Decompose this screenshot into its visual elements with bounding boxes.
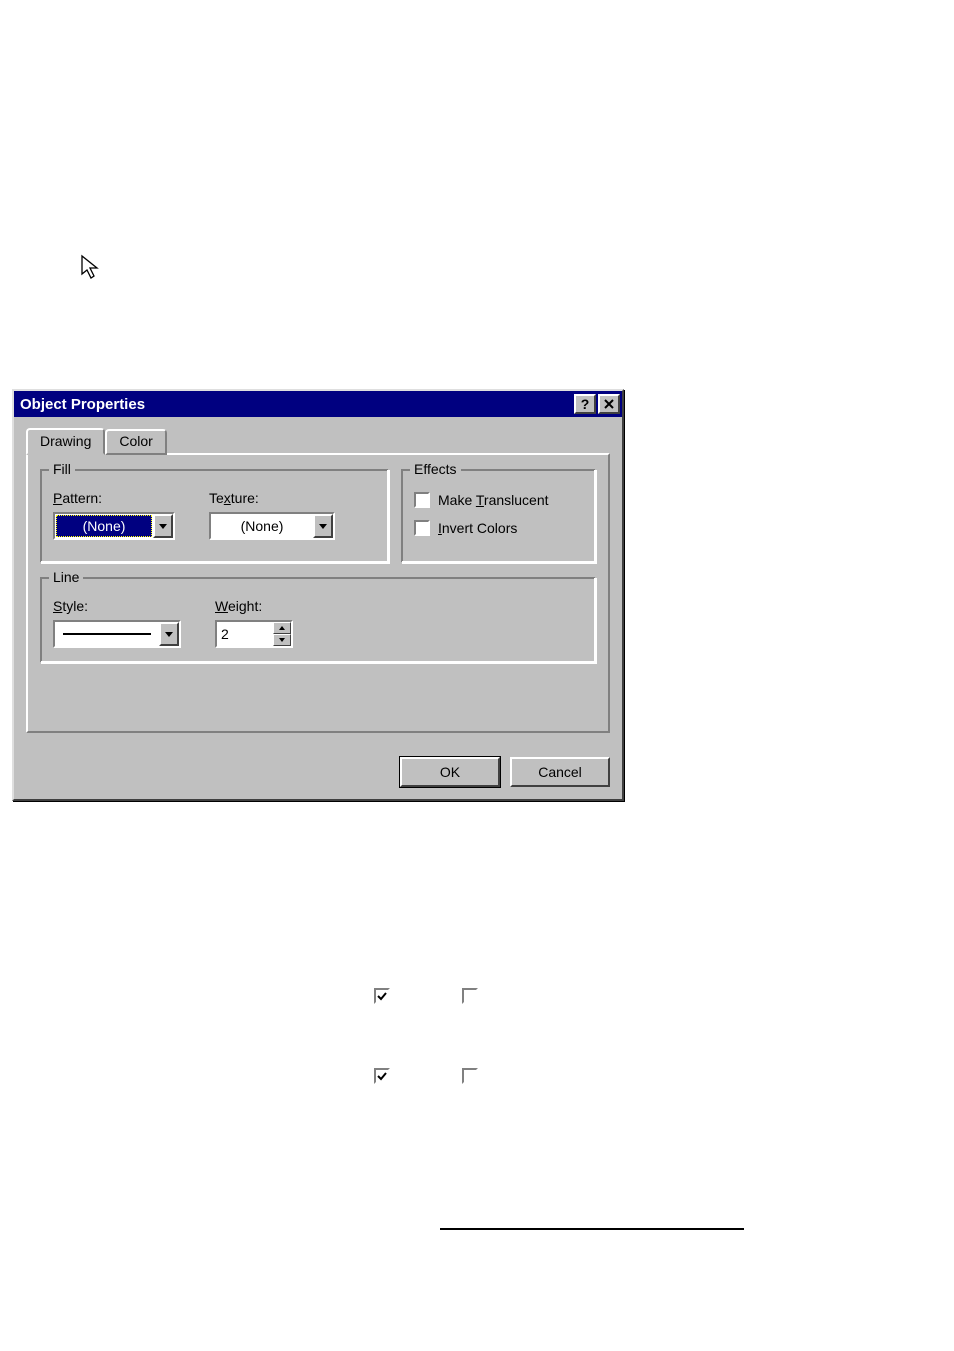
horizontal-rule (440, 1228, 744, 1230)
unchecked-checkbox-example[interactable] (462, 988, 478, 1004)
fill-legend: Fill (49, 461, 75, 477)
weight-spin-up[interactable] (273, 622, 291, 634)
weight-value: 2 (217, 622, 273, 646)
texture-combo-dropdown[interactable] (313, 514, 333, 538)
texture-label: Texture: (209, 490, 335, 506)
cursor-icon (80, 254, 100, 282)
loose-checkboxes (374, 988, 478, 1148)
checked-checkbox-example[interactable] (374, 1068, 390, 1084)
line-legend: Line (49, 569, 83, 585)
weight-spin-down[interactable] (273, 634, 291, 646)
checked-checkbox-example[interactable] (374, 988, 390, 1004)
style-combo[interactable] (53, 620, 181, 648)
chevron-down-icon (165, 632, 173, 637)
dialog-title: Object Properties (20, 396, 572, 413)
pattern-combo-dropdown[interactable] (153, 514, 173, 538)
pattern-combo[interactable]: (None) (53, 512, 175, 540)
effects-group: Effects Make Translucent Invert Colors (401, 469, 596, 563)
dialog-button-row: OK Cancel (14, 747, 622, 799)
dialog-body: Drawing Color Fill Pattern: (None) (14, 417, 622, 747)
style-field: Style: (53, 598, 181, 648)
chevron-down-icon (319, 524, 327, 529)
style-label: Style: (53, 598, 181, 614)
style-combo-value (55, 622, 159, 646)
chevron-down-icon (279, 638, 285, 642)
check-icon (377, 991, 387, 1001)
checkbox-icon (414, 492, 430, 508)
invert-colors-label: Invert Colors (438, 520, 517, 536)
chevron-down-icon (159, 524, 167, 529)
texture-field: Texture: (None) (209, 490, 335, 540)
cancel-button[interactable]: Cancel (510, 757, 610, 787)
texture-combo-value: (None) (211, 514, 313, 538)
check-icon (377, 1071, 387, 1081)
pattern-combo-value: (None) (56, 515, 152, 537)
unchecked-checkbox-example[interactable] (462, 1068, 478, 1084)
pattern-field: Pattern: (None) (53, 490, 175, 540)
line-style-preview (63, 633, 151, 635)
line-group: Line Style: Weight: 2 (40, 577, 596, 663)
fill-group: Fill Pattern: (None) Texture: (40, 469, 389, 563)
texture-combo[interactable]: (None) (209, 512, 335, 540)
tab-color[interactable]: Color (105, 429, 166, 455)
tab-drawing[interactable]: Drawing (26, 428, 105, 455)
weight-label: Weight: (215, 598, 293, 614)
chevron-up-icon (279, 626, 285, 630)
help-button[interactable]: ? (574, 394, 596, 414)
tab-strip: Drawing Color (26, 427, 610, 455)
tab-panel-drawing: Fill Pattern: (None) Texture: (26, 453, 610, 733)
titlebar[interactable]: Object Properties ? (14, 391, 622, 417)
make-translucent-checkbox[interactable]: Make Translucent (414, 492, 583, 508)
checkbox-icon (414, 520, 430, 536)
close-icon (604, 399, 614, 409)
weight-field: Weight: 2 (215, 598, 293, 648)
object-properties-dialog: Object Properties ? Drawing Color Fill P… (12, 389, 624, 801)
make-translucent-label: Make Translucent (438, 492, 549, 508)
pattern-label: Pattern: (53, 490, 175, 506)
effects-legend: Effects (410, 461, 461, 477)
close-button[interactable] (598, 394, 620, 414)
weight-spinner[interactable]: 2 (215, 620, 293, 648)
ok-button[interactable]: OK (400, 757, 500, 787)
style-combo-dropdown[interactable] (159, 622, 179, 646)
invert-colors-checkbox[interactable]: Invert Colors (414, 520, 583, 536)
